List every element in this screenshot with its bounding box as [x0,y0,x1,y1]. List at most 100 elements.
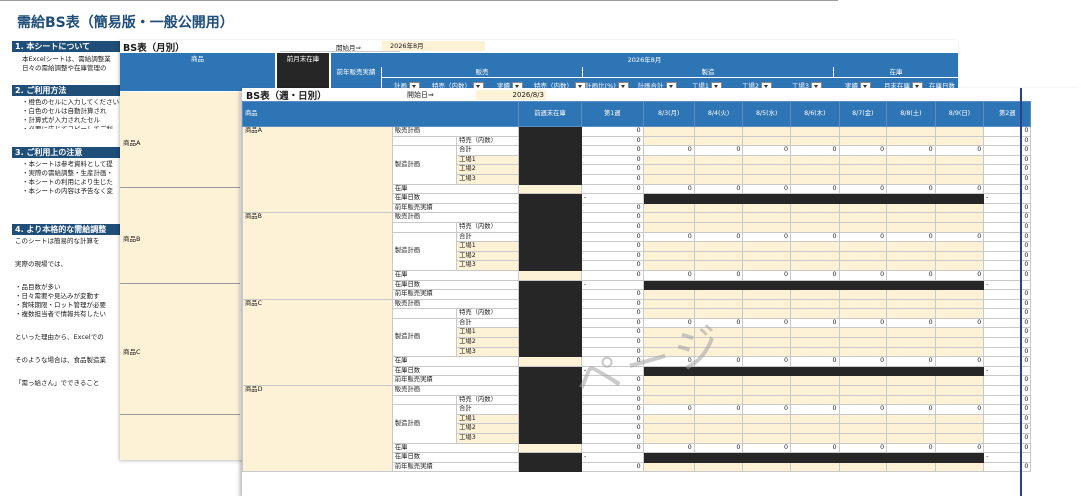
day-input[interactable] [838,154,888,166]
day-input[interactable] [693,173,744,185]
product-cell[interactable]: 商品A [242,125,393,214]
day-input[interactable] [934,260,985,271]
day-input[interactable] [838,173,888,185]
day-input[interactable] [886,394,936,406]
day-input[interactable] [789,241,840,252]
day-input[interactable] [642,375,695,387]
product-cell[interactable]: 商品D [242,385,393,473]
day-input[interactable] [886,385,936,396]
day-input[interactable] [886,173,936,185]
day-input[interactable] [742,413,791,425]
day-input[interactable] [838,260,888,271]
day-input[interactable] [742,327,791,339]
day-input[interactable] [789,461,840,473]
day-input[interactable] [934,413,985,425]
day-input[interactable] [838,461,888,473]
day-input[interactable] [789,126,840,137]
day-input[interactable] [886,135,936,147]
monthly-product-cell[interactable] [120,415,240,460]
day-input[interactable] [789,173,840,185]
day-input[interactable] [789,375,840,387]
day-input[interactable] [934,298,985,310]
day-input[interactable] [693,423,744,434]
day-input[interactable] [934,241,985,252]
day-input[interactable] [789,212,840,223]
day-input[interactable] [789,337,840,348]
day-input[interactable] [934,173,985,185]
day-input[interactable] [838,346,888,358]
day-input[interactable] [789,327,840,339]
day-input[interactable] [838,221,888,233]
day-input[interactable] [642,221,695,233]
day-input[interactable] [934,126,985,137]
day-input[interactable] [642,241,695,252]
day-input[interactable] [789,433,840,444]
day-input[interactable] [789,135,840,147]
day-input[interactable] [934,289,985,300]
day-input[interactable] [838,250,888,262]
day-input[interactable] [934,337,985,348]
day-input[interactable] [693,385,744,396]
day-input[interactable] [934,308,985,319]
day-input[interactable] [886,346,936,358]
day-input[interactable] [886,413,936,425]
day-input[interactable] [642,260,695,271]
day-input[interactable] [789,250,840,262]
monthly-product-cell[interactable]: 商品A [120,92,240,188]
day-input[interactable] [742,202,791,214]
day-input[interactable] [742,433,791,444]
day-input[interactable] [886,241,936,252]
day-input[interactable] [742,241,791,252]
day-input[interactable] [693,221,744,233]
day-input[interactable] [693,327,744,339]
day-input[interactable] [742,260,791,271]
day-input[interactable] [742,337,791,348]
prev-stock-input[interactable] [517,269,583,281]
day-input[interactable] [742,394,791,406]
monthly-start-value[interactable]: 2026年8月 [382,41,485,51]
day-input[interactable] [838,394,888,406]
day-input[interactable] [886,308,936,319]
day-input[interactable] [789,289,840,300]
day-input[interactable] [838,413,888,425]
day-input[interactable] [934,135,985,147]
day-input[interactable] [693,260,744,271]
day-input[interactable] [789,385,840,396]
day-input[interactable] [642,298,695,310]
prev-stock-input[interactable] [517,356,583,367]
day-input[interactable] [789,413,840,425]
day-input[interactable] [838,135,888,147]
monthly-product-cell[interactable]: 商品B [120,188,240,284]
day-input[interactable] [838,298,888,310]
day-input[interactable] [642,212,695,223]
day-input[interactable] [642,394,695,406]
day-input[interactable] [838,289,888,300]
day-input[interactable] [934,423,985,434]
day-input[interactable] [789,423,840,434]
product-cell[interactable]: 商品C [242,298,393,387]
prev-stock-input[interactable] [517,442,583,454]
day-input[interactable] [693,433,744,444]
day-input[interactable] [693,298,744,310]
day-input[interactable] [742,221,791,233]
day-input[interactable] [742,250,791,262]
day-input[interactable] [742,212,791,223]
day-input[interactable] [886,298,936,310]
day-input[interactable] [789,154,840,166]
day-input[interactable] [838,327,888,339]
day-input[interactable] [789,202,840,214]
day-input[interactable] [886,289,936,300]
day-input[interactable] [742,154,791,166]
day-input[interactable] [693,346,744,358]
day-input[interactable] [838,202,888,214]
day-input[interactable] [886,154,936,166]
day-input[interactable] [742,346,791,358]
day-input[interactable] [838,423,888,434]
day-input[interactable] [934,385,985,396]
day-input[interactable] [642,202,695,214]
day-input[interactable] [934,154,985,166]
day-input[interactable] [693,250,744,262]
day-input[interactable] [838,126,888,137]
weekly-start-date-input[interactable]: 2026/8/3 [476,90,546,100]
day-input[interactable] [886,433,936,444]
